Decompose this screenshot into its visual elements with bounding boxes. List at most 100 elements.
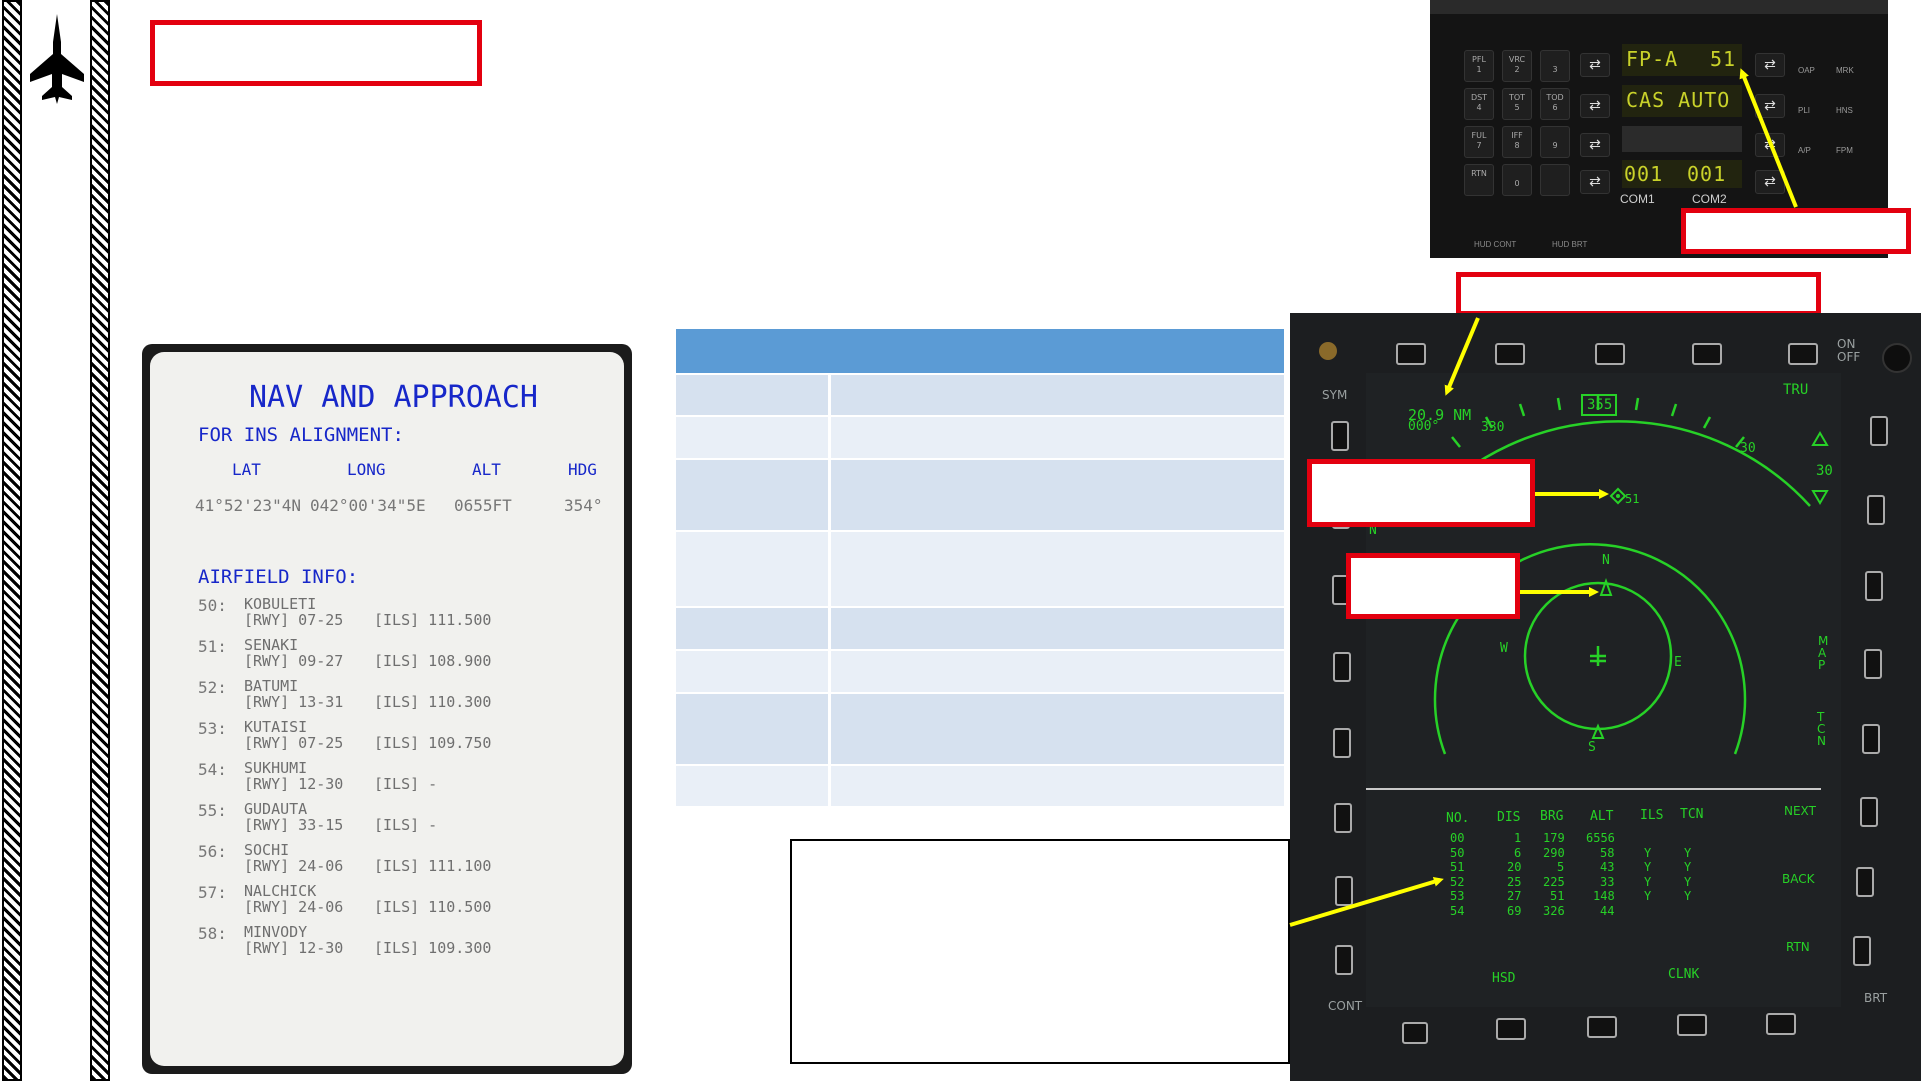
ufc-key[interactable]: PFL 1 — [1464, 50, 1494, 82]
mfd-table-cell: 290 — [1543, 845, 1565, 860]
ufc-com1-label: COM1 — [1620, 192, 1655, 206]
col-alt: ALT — [472, 460, 501, 479]
mfd-table-cell: 27 — [1507, 889, 1522, 903]
mfd-table-cell: Y — [1644, 845, 1652, 860]
airfield-number: 51: — [198, 637, 227, 656]
ufc-switch-label: OAP — [1798, 66, 1815, 75]
airfield-runway: [RWY] 24-06 — [244, 898, 344, 916]
ufc-key[interactable]: TOT 5 — [1502, 88, 1532, 120]
mfd-table-cell: 5 — [1557, 860, 1565, 874]
ufc-key[interactable]: FUL 7 — [1464, 126, 1494, 158]
mfd-table-cell: 1 — [1514, 831, 1522, 845]
airfield-number: 52: — [198, 678, 227, 697]
mfd-table-cell: Y — [1684, 874, 1692, 889]
table-row — [676, 458, 1284, 530]
ufc-key[interactable]: 3 — [1540, 50, 1570, 82]
hsd-compass — [1366, 394, 1829, 790]
ufc-switch-label: PLI — [1798, 106, 1811, 115]
ufc-key[interactable]: DST 4 — [1464, 88, 1494, 120]
airfield-name: SUKHUMI — [244, 759, 308, 777]
ufc-arrow-right-1[interactable]: ⇄ — [1755, 53, 1785, 77]
mfd-table-header: ILS — [1640, 807, 1664, 823]
table-row — [676, 649, 1284, 692]
mfd-table-cell: 326 — [1543, 903, 1565, 918]
ufc-key[interactable]: TOD 6 — [1540, 88, 1570, 120]
mfd-table-cell: Y — [1684, 845, 1692, 860]
alignment-long: 042°00'34"5E — [310, 496, 426, 515]
ufc-key[interactable]: 9 — [1540, 126, 1570, 158]
col-long: LONG — [347, 460, 386, 479]
right-hatch-border — [90, 0, 110, 1081]
airfield-name: KUTAISI — [244, 718, 308, 736]
alignment-alt: 0655FT — [454, 496, 512, 515]
mfd-table-header: TCN — [1680, 807, 1704, 822]
mfd-table-cell: 25 — [1507, 874, 1522, 889]
compass-n: N — [1602, 553, 1610, 568]
table-row — [676, 606, 1284, 649]
airfield-ils: [ILS] 109.750 — [374, 734, 492, 752]
airfield-info-heading: AIRFIELD INFO: — [198, 566, 359, 588]
airfield-runway: [RWY] 33-15 — [244, 816, 344, 834]
mfd-table-cell: Y — [1644, 874, 1652, 889]
airfield-name: NALCHICK — [244, 882, 317, 900]
waypoint-callout-box — [1307, 459, 1535, 527]
mfd-table-cell: 53 — [1450, 889, 1465, 903]
mfd-table-cell: 51 — [1550, 889, 1565, 903]
ufc-arrow-right-2[interactable]: ⇄ — [1755, 94, 1785, 118]
airfield-name: GUDAUTA — [244, 800, 308, 818]
airfield-runway: [RWY] 24-06 — [244, 857, 344, 875]
mfd-hsd-label: HSD — [1492, 971, 1516, 986]
ufc-key[interactable]: IFF 8 — [1502, 126, 1532, 158]
mfd-table-cell: Y — [1684, 860, 1692, 874]
airfield-runway: [RWY] 12-30 — [244, 939, 344, 957]
ufc-arrow-left-4[interactable]: ⇄ — [1580, 170, 1610, 194]
mfd-table-cell: 6556 — [1586, 831, 1615, 845]
airfield-name: SOCHI — [244, 841, 290, 859]
mfd-table-cell: Y — [1644, 860, 1652, 874]
airfield-runway: [RWY] 07-25 — [244, 611, 344, 629]
mfd-display: SYM ON OFF M A P T C N NEXT BACK RTN BRT… — [1290, 313, 1921, 1081]
mfd-table-cell: 148 — [1593, 889, 1615, 903]
mfd-table-cell: 00 — [1450, 831, 1465, 845]
ufc-lcd-line3 — [1622, 126, 1742, 152]
mfd-table-cell: 20 — [1507, 860, 1522, 874]
ufc-arrow-left-1[interactable]: ⇄ — [1580, 53, 1610, 77]
ufc-key[interactable]: RTN — [1464, 164, 1494, 196]
ufc-arrow-left-2[interactable]: ⇄ — [1580, 94, 1610, 118]
airfield-runway: [RWY] 09-27 — [244, 652, 344, 670]
left-hatch-border — [2, 0, 22, 1081]
ufc-com1-value: 001 — [1624, 162, 1664, 186]
col-hdg: HDG — [568, 460, 597, 479]
ufc-com2-value: 001 — [1687, 162, 1727, 186]
mfd-bearing-value: 000° — [1408, 419, 1440, 434]
ufc-key[interactable] — [1540, 164, 1570, 196]
mfd-table-cell: 179 — [1543, 831, 1565, 845]
mfd-table-cell: 43 — [1600, 860, 1615, 874]
ufc-arrow-right-3[interactable]: ⇄ — [1755, 133, 1785, 157]
mfd-tick-30: 30 — [1740, 441, 1756, 456]
mfd-tru-label: TRU — [1783, 382, 1809, 398]
ufc-line1-mode: FP-A — [1626, 47, 1679, 71]
ufc-arrow-left-3[interactable]: ⇄ — [1580, 133, 1610, 157]
ufc-key[interactable]: 0 — [1502, 164, 1532, 196]
airfield-runway: [RWY] 07-25 — [244, 734, 344, 752]
table-row — [676, 692, 1284, 764]
ufc-com2-label: COM2 — [1692, 192, 1727, 206]
airfield-ils: [ILS] - — [374, 775, 438, 793]
mfd-table-cell: 52 — [1450, 874, 1465, 889]
ufc-key[interactable]: VRC 2 — [1502, 50, 1532, 82]
table-row — [676, 415, 1284, 458]
mfd-heading-box: 355 — [1587, 397, 1613, 413]
ufc-switch-label: MRK — [1836, 66, 1854, 75]
mfd-table-cell: Y — [1644, 889, 1652, 903]
mfd-tick-330: 330 — [1481, 420, 1505, 435]
ufc-line1-value: 51 — [1710, 47, 1737, 71]
ufc-switch-label: A/P — [1798, 146, 1811, 155]
mfd-table-header: BRG — [1540, 809, 1564, 825]
mfd-scale-30: 30 — [1816, 463, 1833, 479]
mfd-table-cell: 58 — [1600, 845, 1615, 860]
table-row — [676, 373, 1284, 415]
jet-silhouette-icon — [30, 14, 84, 104]
airfield-number: 57: — [198, 883, 227, 902]
ufc-arrow-right-4[interactable]: ⇄ — [1755, 170, 1785, 194]
